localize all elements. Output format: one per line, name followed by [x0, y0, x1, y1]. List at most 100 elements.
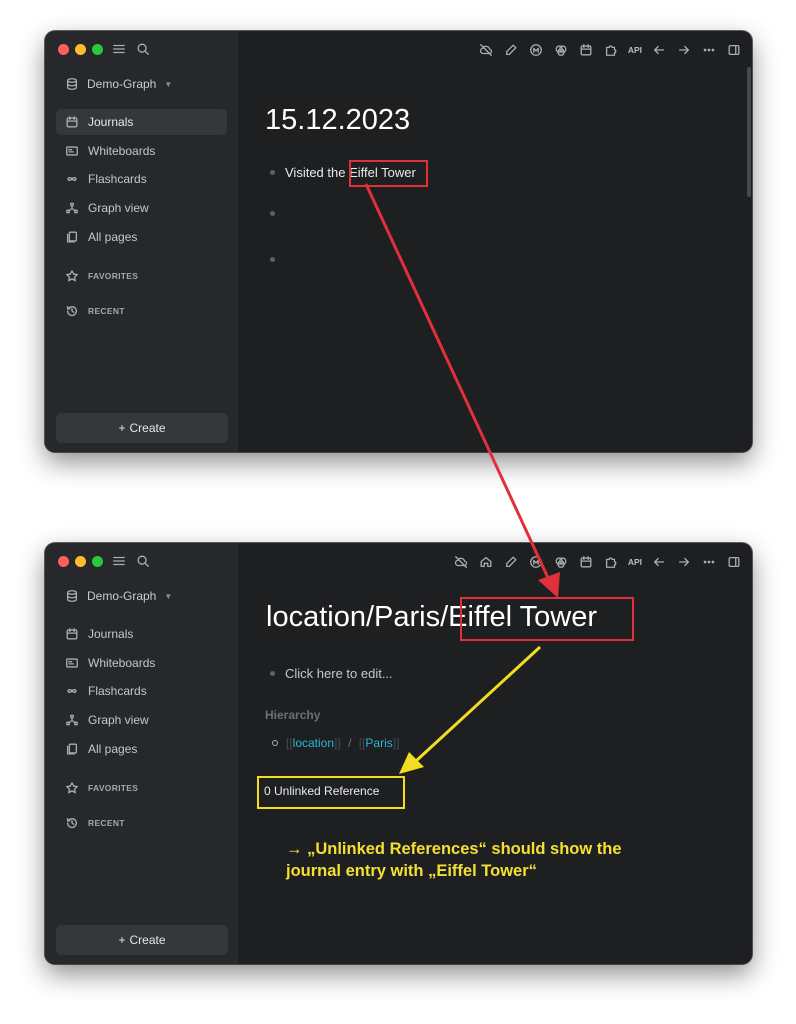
pen-icon[interactable] [503, 42, 519, 58]
sidebar-toggle-icon[interactable] [726, 554, 742, 570]
minimize-window-button[interactable] [75, 556, 86, 567]
hierarchy-bullet [272, 740, 278, 746]
more-icon[interactable] [701, 42, 717, 58]
chevron-down-icon: ▼ [164, 79, 173, 89]
highlight-box-page-title [460, 597, 634, 641]
favorites-section[interactable]: FAVORITES [65, 781, 138, 795]
history-icon [66, 817, 78, 829]
placeholder-block[interactable]: Click here to edit... [270, 666, 393, 681]
empty-block[interactable] [270, 211, 275, 216]
sidebar-item-label: Journals [88, 115, 134, 129]
graph-selector[interactable]: Demo-Graph ▼ [65, 77, 172, 91]
sidebar-item-label: Flashcards [88, 172, 147, 187]
calendar-icon [66, 116, 78, 128]
database-icon [66, 590, 78, 602]
create-label: Create [129, 421, 166, 435]
cloud-off-icon[interactable] [478, 42, 494, 58]
recent-section[interactable]: RECENT [65, 304, 125, 318]
arrow-left-icon[interactable] [651, 554, 667, 570]
annotation-line-2: journal entry with „Eiffel Tower“ [286, 862, 537, 880]
create-label: Create [129, 933, 166, 947]
search-icon[interactable] [136, 42, 152, 58]
m-circle-icon[interactable] [528, 42, 544, 58]
sidebar-item-flashcards[interactable]: Flashcards [56, 678, 227, 704]
sidebar-item-all-pages[interactable]: All pages [56, 736, 227, 762]
sidebar-item-journals[interactable]: Journals [56, 109, 227, 135]
graph-name: Demo-Graph [87, 77, 157, 91]
more-icon[interactable] [701, 554, 717, 570]
maximize-window-button[interactable] [92, 44, 103, 55]
arrow-right-icon[interactable] [676, 42, 692, 58]
tour-icon[interactable] [553, 554, 569, 570]
recent-label: RECENT [88, 306, 125, 316]
minimize-window-button[interactable] [75, 44, 86, 55]
sidebar-item-graph-view[interactable]: Graph view [56, 707, 227, 733]
calendar-icon[interactable] [578, 42, 594, 58]
pages-icon [66, 231, 78, 243]
highlight-box-eiffel-link [349, 160, 428, 187]
sidebar-item-flashcards[interactable]: Flashcards [56, 166, 227, 192]
cloud-off-icon[interactable] [453, 554, 469, 570]
close-window-button[interactable] [58, 556, 69, 567]
infinity-icon [67, 689, 77, 694]
window-controls [58, 556, 103, 567]
block-bullet[interactable] [270, 170, 275, 175]
page-ref-paris[interactable]: Paris [365, 736, 392, 750]
block-bullet[interactable] [270, 211, 275, 216]
arrow-right-icon[interactable] [676, 554, 692, 570]
sidebar-toggle-icon[interactable] [726, 42, 742, 58]
home-icon[interactable] [478, 554, 494, 570]
block-bullet[interactable] [270, 671, 275, 676]
sidebar-item-journals[interactable]: Journals [56, 621, 227, 647]
create-button[interactable]: + Create [56, 413, 228, 443]
puzzle-icon[interactable] [603, 42, 619, 58]
favorites-label: FAVORITES [88, 783, 139, 793]
sidebar-item-label: All pages [88, 741, 138, 756]
menu-icon[interactable] [112, 42, 128, 58]
page-title[interactable]: 15.12.2023 [265, 104, 410, 137]
close-window-button[interactable] [58, 44, 69, 55]
annotation-line-1: → „Unlinked References“ should show the [286, 840, 622, 858]
plus-icon: + [118, 933, 126, 947]
favorites-section[interactable]: FAVORITES [65, 269, 138, 283]
create-button[interactable]: + Create [56, 925, 228, 955]
scrollbar[interactable] [747, 67, 751, 197]
history-icon [66, 305, 78, 317]
menu-icon[interactable] [112, 554, 128, 570]
empty-block[interactable] [270, 257, 275, 262]
recent-label: RECENT [88, 818, 125, 828]
api-button[interactable]: API [628, 554, 642, 570]
sidebar-item-label: All pages [88, 229, 138, 244]
block-bullet[interactable] [270, 257, 275, 262]
calendar-icon[interactable] [578, 554, 594, 570]
tour-icon[interactable] [553, 42, 569, 58]
left-sidebar: Demo-Graph ▼ Journals Whiteboards Flashc… [45, 31, 238, 452]
journal-window: Demo-Graph ▼ Journals Whiteboards Flashc… [45, 31, 752, 452]
annotation-note: → „Unlinked References“ should show the … [286, 838, 622, 882]
hierarchy-path: [[location]] / [[Paris]] [286, 736, 400, 750]
maximize-window-button[interactable] [92, 556, 103, 567]
pen-icon[interactable] [503, 554, 519, 570]
sidebar-item-label: Graph view [88, 713, 149, 728]
search-icon[interactable] [136, 554, 152, 570]
star-icon [66, 270, 78, 282]
sidebar-item-graph-view[interactable]: Graph view [56, 195, 227, 221]
api-button[interactable]: API [628, 42, 642, 58]
m-circle-icon[interactable] [528, 554, 544, 570]
puzzle-icon[interactable] [603, 554, 619, 570]
header-toolbar: API [478, 42, 742, 58]
whiteboard-icon [66, 658, 78, 668]
whiteboard-icon [66, 146, 78, 156]
favorites-label: FAVORITES [88, 271, 139, 281]
graph-selector[interactable]: Demo-Graph ▼ [65, 589, 172, 603]
page-ref-location[interactable]: location [293, 736, 334, 750]
sidebar-item-all-pages[interactable]: All pages [56, 224, 227, 250]
recent-section[interactable]: RECENT [65, 816, 125, 830]
plus-icon: + [118, 421, 126, 435]
database-icon [66, 78, 78, 90]
arrow-left-icon[interactable] [651, 42, 667, 58]
sidebar-item-whiteboards[interactable]: Whiteboards [56, 138, 227, 164]
sidebar-item-whiteboards[interactable]: Whiteboards [56, 650, 227, 676]
highlight-box-unlinked-references [257, 776, 405, 809]
click-to-edit-placeholder[interactable]: Click here to edit... [285, 666, 393, 681]
